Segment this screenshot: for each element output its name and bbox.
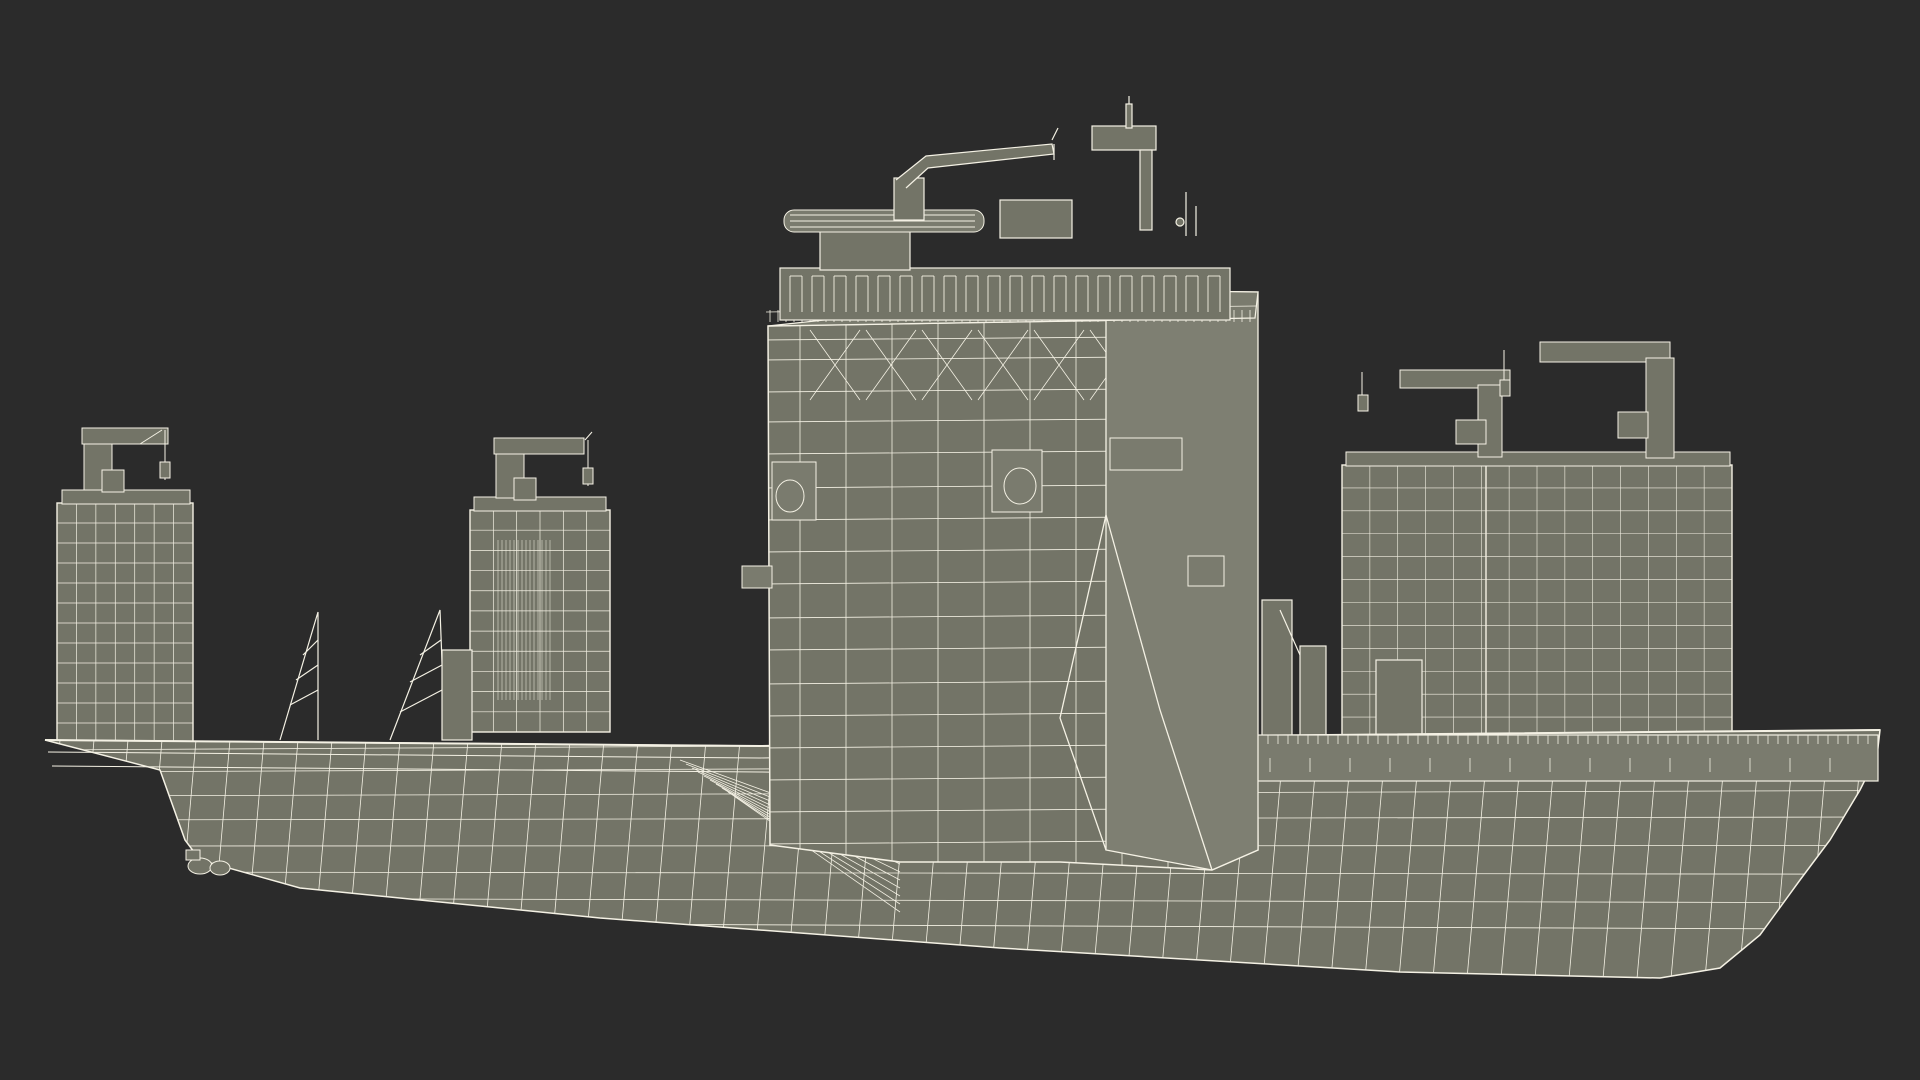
ship-wireframe-render <box>0 0 1920 1080</box>
lifeboat-tubes <box>783 209 985 233</box>
render-viewport <box>0 0 1920 1080</box>
